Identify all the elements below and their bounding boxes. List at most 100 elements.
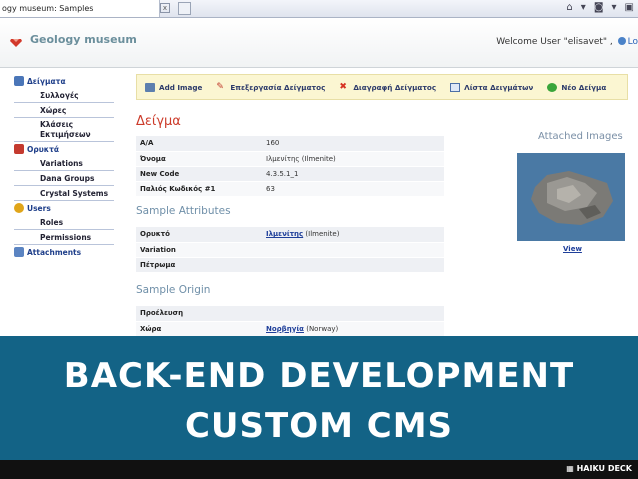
mineral-link[interactable]: Ιλμενίτης [266, 230, 303, 238]
edit-pencil-icon: ✎ [216, 81, 224, 92]
table-row: Χώρα Νορβηγία (Norway) [136, 321, 444, 337]
new-sample-button[interactable]: Νέο Δείγμα [547, 82, 607, 92]
table-row: Πέτρωμα [136, 257, 444, 273]
detail-value: Ιλμενίτης (Ilmenite) [266, 151, 444, 167]
sample-origin-table: Προέλευση Χώρα Νορβηγία (Norway) [136, 306, 444, 337]
sidebar-item-roles[interactable]: Roles [14, 215, 114, 230]
haiku-deck-label: HAIKU DECK [576, 464, 632, 473]
table-row: Προέλευση [136, 306, 444, 322]
delete-sample-label: Διαγραφή Δείγματος [353, 82, 437, 92]
tab-close-button[interactable]: x [160, 3, 170, 13]
attached-images-title: Attached Images [538, 131, 623, 142]
rss-icon[interactable]: ◙ [594, 2, 604, 16]
country-link[interactable]: Νορβηγία [266, 325, 304, 333]
page-title: Δείγμα [136, 114, 181, 129]
edit-sample-label: Επεξεργασία Δείγματος [230, 82, 326, 92]
add-image-icon [145, 82, 155, 92]
browser-tab-bar: ogy museum: Samples x ⌂ ▾ ◙ ▾ ▣ [0, 0, 638, 18]
home-icon[interactable]: ⌂ [566, 2, 572, 16]
table-row: Ορυκτό Ιλμενίτης (Ilmenite) [136, 227, 444, 243]
sidebar-group-label: Users [27, 203, 51, 213]
sidebar-group-users[interactable]: Users [14, 201, 114, 215]
sidebar-nav: Δείγματα Συλλογές Χώρες Κλάσεις Εκτιμήσε… [14, 74, 114, 259]
detail-key: Παλιός Κωδικός #1 [136, 181, 266, 197]
mineral-latin-name: (Ilmenite) [305, 230, 340, 239]
mineral-sample-thumbnail[interactable] [517, 153, 625, 241]
add-image-label: Add Image [159, 82, 203, 92]
detail-key: Α/Α [136, 136, 266, 152]
detail-value: 160 [266, 136, 444, 152]
table-row: Α/Α 160 [136, 136, 444, 152]
delete-sample-button[interactable]: ✖ Διαγραφή Δείγματος [339, 81, 437, 92]
new-tab-button[interactable] [178, 2, 191, 15]
detail-value: 4.3.5.1_1 [266, 166, 444, 182]
table-row: New Code 4.3.5.1_1 [136, 166, 444, 182]
browser-tab[interactable]: ogy museum: Samples [0, 0, 160, 17]
attribute-key: Πέτρωμα [136, 257, 266, 273]
user-icon [617, 37, 626, 45]
users-icon [14, 203, 24, 213]
welcome-area: Welcome User "elisavet" , Lo [496, 37, 638, 47]
sidebar-group-samples[interactable]: Δείγματα [14, 74, 114, 88]
sidebar-group-minerals[interactable]: Ορυκτά [14, 142, 114, 156]
origin-value: Νορβηγία (Norway) [266, 321, 444, 337]
edit-sample-button[interactable]: ✎ Επεξεργασία Δείγματος [216, 81, 326, 92]
origin-key: Χώρα [136, 321, 266, 337]
app-header: Geology museum Welcome User "elisavet" ,… [0, 18, 638, 68]
browser-toolbar-icons: ⌂ ▾ ◙ ▾ ▣ [566, 2, 634, 16]
detail-value: 63 [266, 181, 444, 197]
logout-link[interactable]: Lo [628, 37, 638, 47]
chevron-down-icon[interactable]: ▾ [612, 2, 617, 16]
sidebar-item-estimation-classes[interactable]: Κλάσεις Εκτιμήσεων [14, 118, 114, 142]
sidebar-group-label: Attachments [27, 247, 82, 257]
attribute-value [266, 257, 444, 273]
sample-origin-title: Sample Origin [136, 284, 211, 296]
origin-key: Προέλευση [136, 306, 266, 322]
view-image-link[interactable]: View [563, 245, 582, 253]
sidebar-item-countries[interactable]: Χώρες [14, 103, 114, 118]
samples-icon [14, 76, 24, 86]
sample-attributes-title: Sample Attributes [136, 205, 231, 217]
sample-attributes-table: Ορυκτό Ιλμενίτης (Ilmenite) Variation Πέ… [136, 227, 444, 273]
attachments-icon [14, 247, 24, 257]
country-latin-name: (Norway) [306, 324, 339, 333]
attribute-value [266, 242, 444, 258]
chevron-down-icon[interactable]: ▾ [581, 2, 586, 16]
new-green-icon [547, 82, 558, 92]
sidebar-item-permissions[interactable]: Permissions [14, 230, 114, 245]
table-row: Παλιός Κωδικός #1 63 [136, 181, 444, 197]
origin-value [266, 306, 444, 322]
sidebar-item-dana-groups[interactable]: Dana Groups [14, 171, 114, 186]
add-image-button[interactable]: Add Image [145, 82, 203, 92]
sample-list-label: Λίστα Δειγμάτων [464, 82, 534, 92]
footer-strip: ▦ HAIKU DECK [0, 460, 638, 479]
print-icon[interactable]: ▣ [625, 2, 634, 16]
title-banner: BACK-END DEVELOPMENT CUSTOM CMS [0, 336, 638, 460]
logo-gem-icon [10, 39, 22, 47]
sidebar-group-attachments[interactable]: Attachments [14, 245, 114, 259]
minerals-icon [14, 144, 24, 154]
sidebar-group-label: Δείγματα [27, 76, 66, 86]
detail-key: Όνομα [136, 151, 266, 167]
list-icon [450, 82, 461, 92]
welcome-text: Welcome User "elisavet" , [496, 37, 613, 47]
banner-title-line1: BACK-END DEVELOPMENT [63, 356, 575, 396]
sample-details-table: Α/Α 160 Όνομα Ιλμενίτης (Ilmenite) New C… [136, 136, 444, 197]
table-row: Variation [136, 242, 444, 258]
sidebar-item-crystal-systems[interactable]: Crystal Systems [14, 186, 114, 201]
sidebar-item-collections[interactable]: Συλλογές [14, 88, 114, 103]
new-sample-label: Νέο Δείγμα [561, 82, 607, 92]
attribute-key: Variation [136, 242, 266, 258]
sample-list-button[interactable]: Λίστα Δειγμάτων [450, 82, 534, 92]
app-name[interactable]: Geology museum [30, 33, 137, 46]
sidebar-group-label: Ορυκτά [27, 144, 60, 154]
sidebar-item-variations[interactable]: Variations [14, 156, 114, 171]
attribute-value: Ιλμενίτης (Ilmenite) [266, 227, 444, 243]
sample-toolbar: Add Image ✎ Επεξεργασία Δείγματος ✖ Διαγ… [136, 74, 628, 100]
banner-title-line2: CUSTOM CMS [184, 406, 454, 446]
detail-key: New Code [136, 166, 266, 182]
delete-x-icon: ✖ [339, 81, 347, 92]
haiku-deck-icon: ▦ [566, 464, 577, 473]
attribute-key: Ορυκτό [136, 227, 266, 243]
table-row: Όνομα Ιλμενίτης (Ilmenite) [136, 151, 444, 167]
